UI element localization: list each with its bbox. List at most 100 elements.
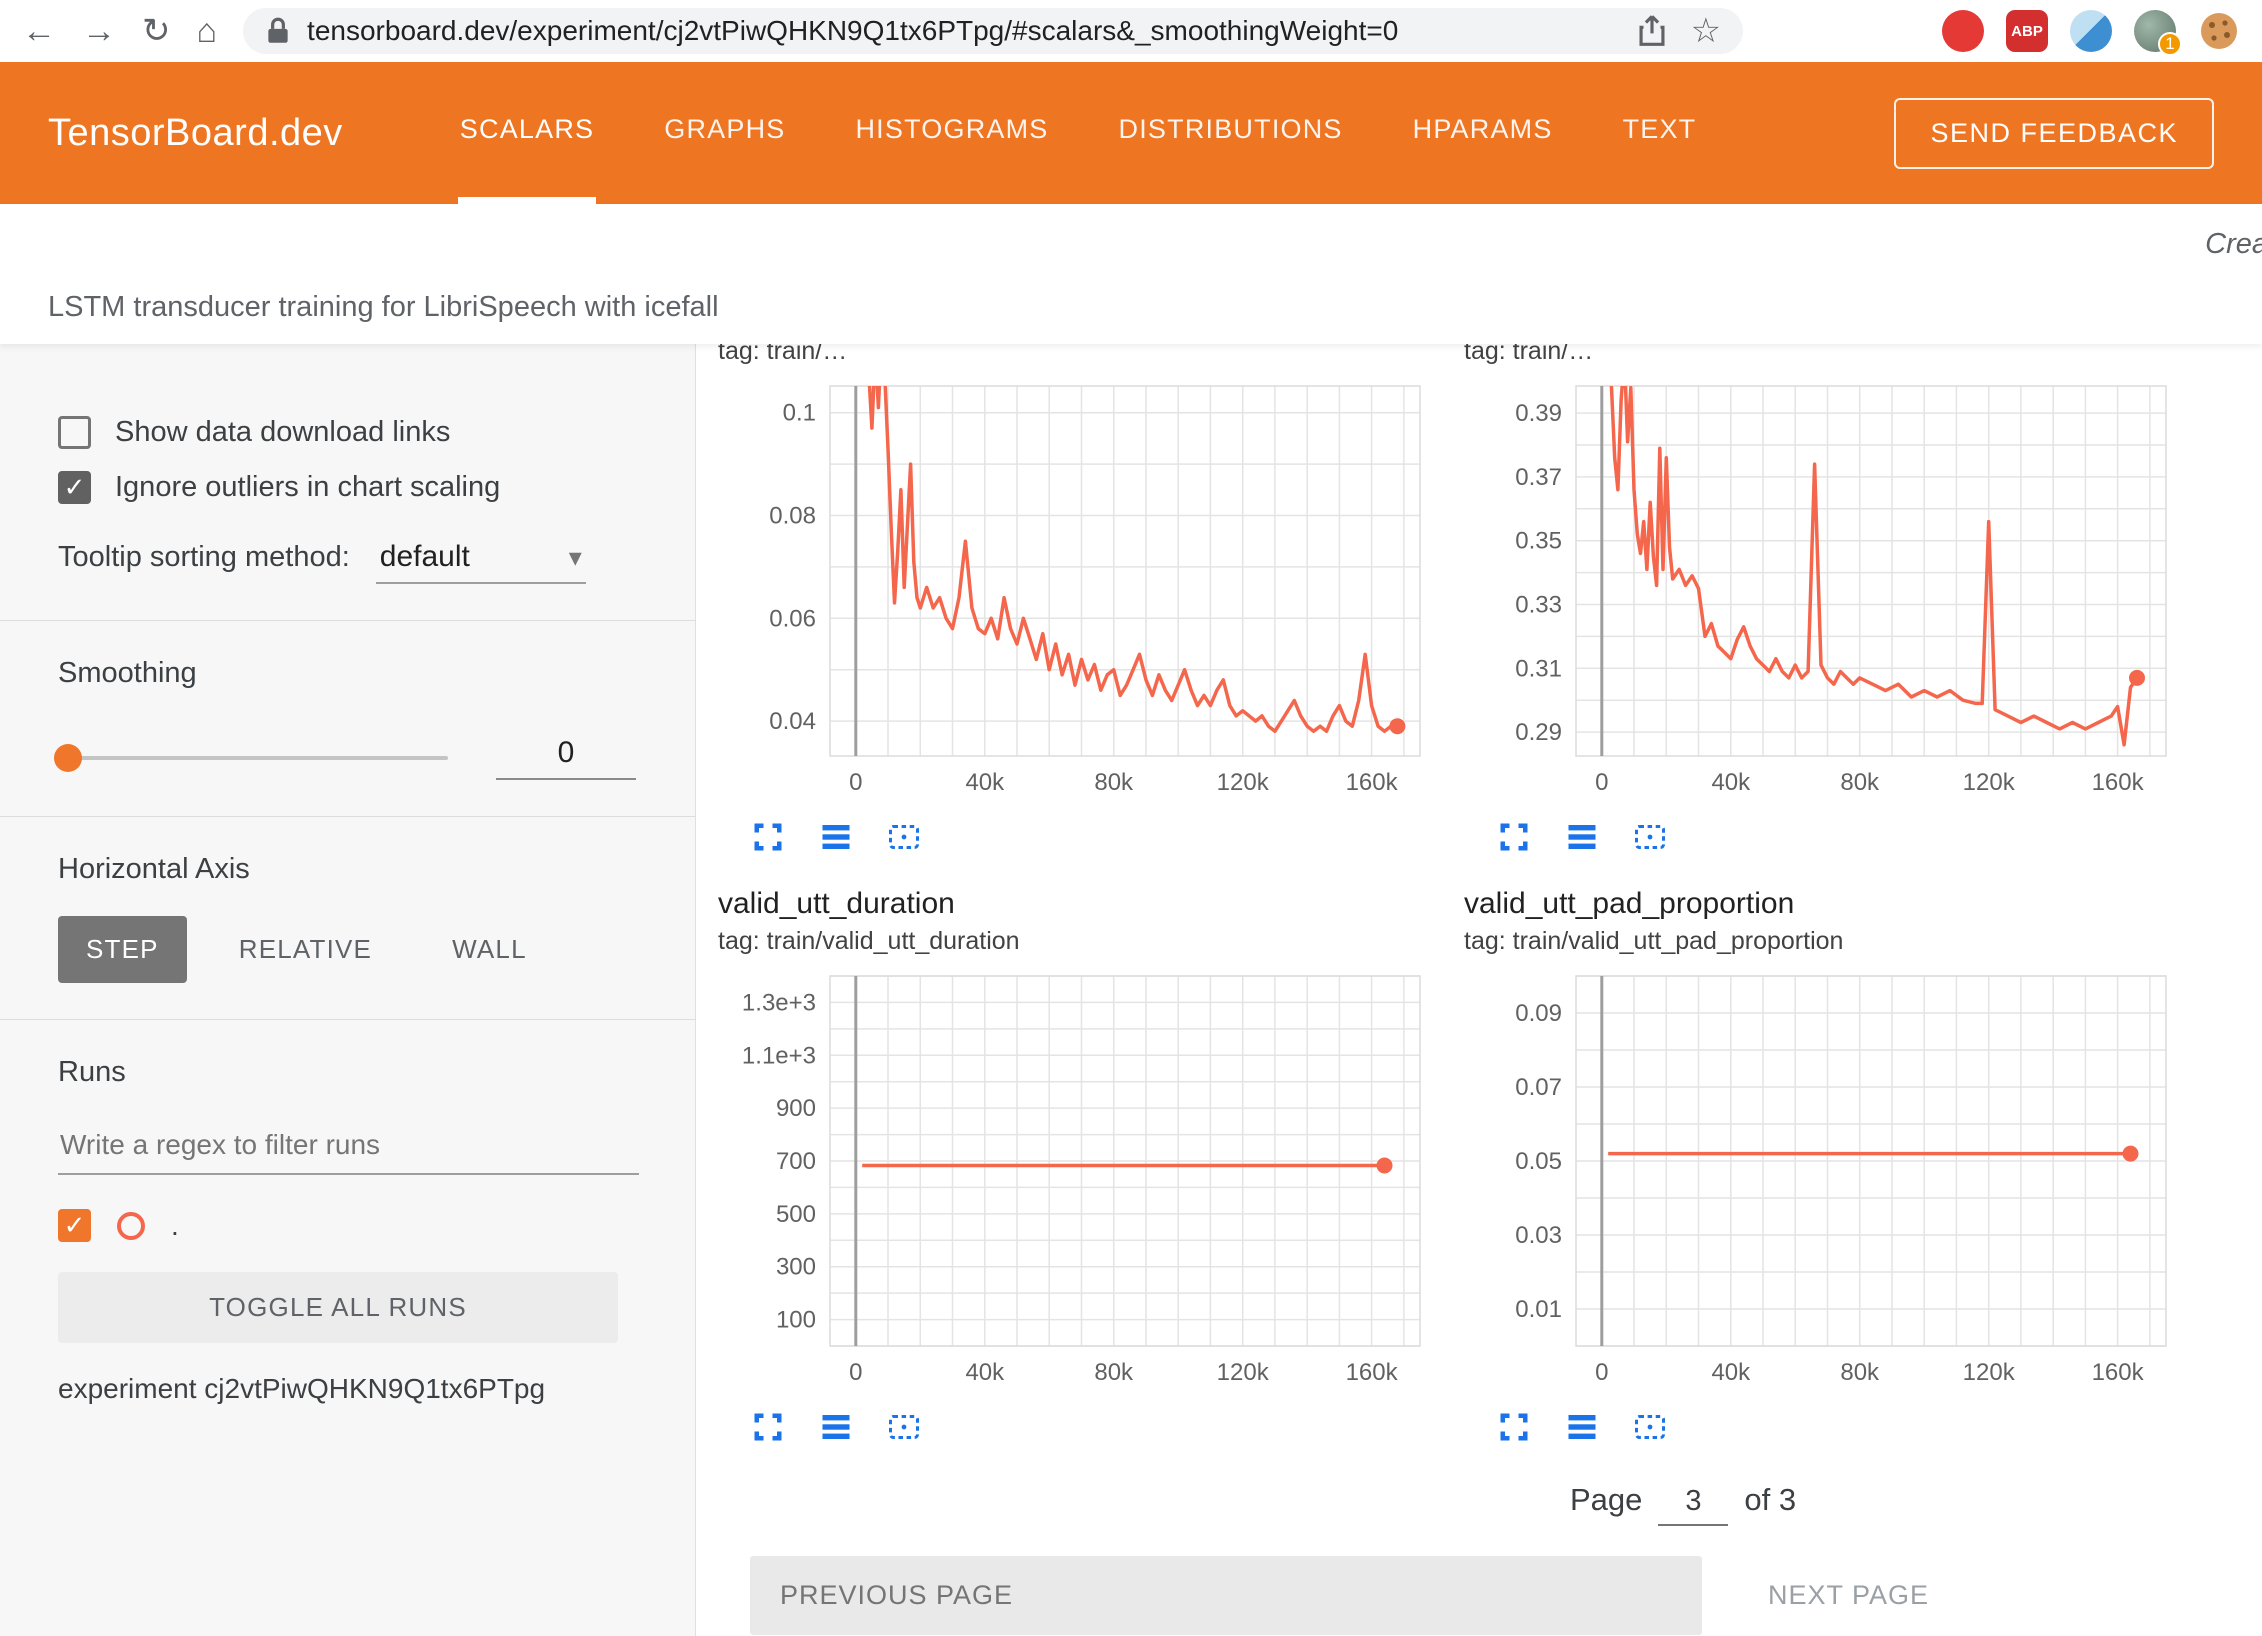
runs-filter-input[interactable] (58, 1119, 639, 1175)
profile-avatar[interactable]: 1 (2134, 10, 2176, 52)
svg-text:300: 300 (776, 1254, 816, 1281)
axis-relative-button[interactable]: RELATIVE (211, 916, 400, 983)
chart-tag: tag: train/valid_utt_duration (718, 924, 1448, 958)
extension-icon[interactable] (2070, 10, 2112, 52)
smoothing-label: Smoothing (58, 657, 639, 690)
adblock-extension-icon[interactable] (1942, 10, 1984, 52)
svg-text:0.31: 0.31 (1515, 655, 1562, 682)
svg-text:1.1e+3: 1.1e+3 (742, 1042, 816, 1069)
svg-text:0.09: 0.09 (1515, 1000, 1562, 1027)
view-data-icon[interactable] (1562, 1408, 1602, 1448)
svg-text:0: 0 (1595, 1359, 1608, 1386)
line-chart: 040k80k120k160k0.290.310.330.350.370.39 (1464, 372, 2184, 802)
svg-text:0.08: 0.08 (769, 503, 816, 530)
fit-domain-icon[interactable] (1630, 1408, 1670, 1448)
run-name: . (171, 1210, 179, 1242)
chart-title: valid_utt_pad_proportion (1464, 884, 2194, 924)
scalar-charts-panel: tag: train/… 040k80k120k160k0.040.060.08… (696, 344, 2262, 1636)
run-color-swatch (117, 1212, 145, 1240)
svg-text:40k: 40k (965, 1359, 1005, 1386)
tensorboard-header: TensorBoard.dev SCALARS GRAPHS HISTOGRAM… (0, 62, 2262, 204)
bookmark-star-icon[interactable]: ☆ (1691, 14, 1721, 48)
smoothing-slider[interactable] (58, 756, 448, 760)
tab-text[interactable]: TEXT (1621, 62, 1699, 204)
show-download-label: Show data download links (115, 416, 450, 449)
chart-card-top-right: tag: train/… 040k80k120k160k0.290.310.33… (1456, 344, 2202, 884)
runs-label: Runs (58, 1056, 639, 1089)
toggle-all-runs-button[interactable]: TOGGLE ALL RUNS (58, 1272, 618, 1343)
slider-thumb-icon[interactable] (54, 744, 82, 772)
svg-text:700: 700 (776, 1148, 816, 1175)
svg-text:40k: 40k (1711, 1359, 1751, 1386)
forward-icon[interactable]: → (82, 14, 116, 48)
cookie-extension-icon[interactable] (2198, 10, 2240, 52)
svg-text:80k: 80k (1094, 769, 1134, 796)
share-icon[interactable] (1637, 14, 1667, 48)
tensorboard-logo[interactable]: TensorBoard.dev (48, 112, 343, 155)
tab-distributions[interactable]: DISTRIBUTIONS (1117, 62, 1345, 204)
axis-step-button[interactable]: STEP (58, 916, 187, 983)
expand-chart-icon[interactable] (1494, 1408, 1534, 1448)
svg-text:0: 0 (1595, 769, 1608, 796)
page-number-input[interactable] (1658, 1485, 1728, 1526)
svg-text:0.05: 0.05 (1515, 1148, 1562, 1175)
home-icon[interactable]: ⌂ (197, 14, 218, 48)
svg-text:80k: 80k (1840, 769, 1880, 796)
notification-badge: 1 (2158, 32, 2182, 56)
line-chart: 040k80k120k160k1003005007009001.1e+31.3e… (718, 962, 1438, 1392)
smoothing-value-input[interactable]: 0 (496, 736, 636, 780)
tab-hparams[interactable]: HPARAMS (1411, 62, 1555, 204)
ignore-outliers-checkbox[interactable] (58, 471, 91, 504)
experiment-description: LSTM transducer training for LibriSpeech… (48, 291, 719, 324)
lock-icon (265, 16, 291, 46)
chart-tag: tag: train/… (718, 344, 1448, 368)
svg-text:500: 500 (776, 1201, 816, 1228)
chart-card-valid-utt-duration: valid_utt_duration tag: train/valid_utt_… (710, 884, 1456, 1474)
abp-extension-icon[interactable]: ABP (2006, 10, 2048, 52)
view-data-icon[interactable] (1562, 818, 1602, 858)
browser-chrome: ← → ↻ ⌂ tensorboard.dev/experiment/cj2vt… (0, 0, 2262, 62)
svg-text:0.33: 0.33 (1515, 592, 1562, 619)
fit-domain-icon[interactable] (1630, 818, 1670, 858)
page-count-label: of 3 (1744, 1482, 1796, 1518)
clipped-right-text: Crea (2205, 228, 2262, 261)
pagination: Page of 3 (1570, 1482, 2262, 1526)
main-nav: SCALARS GRAPHS HISTOGRAMS DISTRIBUTIONS … (458, 62, 1699, 204)
tab-graphs[interactable]: GRAPHS (662, 62, 787, 204)
axis-wall-button[interactable]: WALL (424, 916, 555, 983)
tab-scalars[interactable]: SCALARS (458, 62, 596, 204)
fit-domain-icon[interactable] (884, 818, 924, 858)
svg-text:0.01: 0.01 (1515, 1296, 1562, 1323)
svg-text:120k: 120k (1217, 769, 1270, 796)
run-checkbox[interactable] (58, 1209, 91, 1242)
fit-domain-icon[interactable] (884, 1408, 924, 1448)
svg-text:120k: 120k (1217, 1359, 1270, 1386)
experiment-subheader: Crea LSTM transducer training for LibriS… (0, 204, 2262, 344)
chart-title: valid_utt_duration (718, 884, 1448, 924)
previous-page-button[interactable]: PREVIOUS PAGE (750, 1556, 1702, 1635)
tooltip-sort-select[interactable]: default ▾ (376, 538, 586, 584)
show-download-checkbox[interactable] (58, 416, 91, 449)
tab-histograms[interactable]: HISTOGRAMS (853, 62, 1050, 204)
address-bar[interactable]: tensorboard.dev/experiment/cj2vtPiwQHKN9… (243, 8, 1743, 54)
svg-text:0.1: 0.1 (783, 400, 816, 427)
svg-text:0: 0 (849, 1359, 862, 1386)
expand-chart-icon[interactable] (1494, 818, 1534, 858)
back-icon[interactable]: ← (22, 14, 56, 48)
svg-text:0.06: 0.06 (769, 605, 816, 632)
view-data-icon[interactable] (816, 818, 856, 858)
svg-text:80k: 80k (1094, 1359, 1134, 1386)
svg-text:40k: 40k (965, 769, 1005, 796)
svg-text:0.39: 0.39 (1515, 400, 1562, 427)
chart-card-valid-utt-pad-proportion: valid_utt_pad_proportion tag: train/vali… (1456, 884, 2202, 1474)
expand-chart-icon[interactable] (748, 1408, 788, 1448)
ignore-outliers-label: Ignore outliers in chart scaling (115, 471, 500, 504)
next-page-button[interactable]: NEXT PAGE (1758, 1556, 1939, 1635)
send-feedback-button[interactable]: SEND FEEDBACK (1894, 98, 2214, 169)
view-data-icon[interactable] (816, 1408, 856, 1448)
svg-text:160k: 160k (1346, 769, 1399, 796)
tooltip-sort-label: Tooltip sorting method: (58, 541, 350, 574)
reload-icon[interactable]: ↻ (142, 14, 171, 48)
chart-card-top-left: tag: train/… 040k80k120k160k0.040.060.08… (710, 344, 1456, 884)
expand-chart-icon[interactable] (748, 818, 788, 858)
